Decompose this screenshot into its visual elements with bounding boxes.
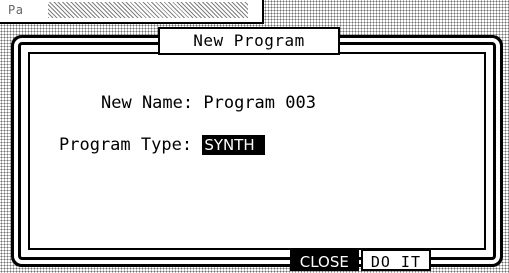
new-program-dialog: New Program New Name: Program 003 Progra… xyxy=(14,27,500,271)
dialog-title: New Program xyxy=(158,27,340,55)
do-it-button[interactable]: DO IT xyxy=(360,249,431,271)
new-name-field[interactable]: Program 003 xyxy=(203,93,316,113)
background-tab-selected xyxy=(48,2,248,18)
close-button[interactable]: CLOSE xyxy=(289,249,359,271)
program-type-row: Program Type: SYNTH xyxy=(59,135,265,155)
background-tab-strip: Pa xyxy=(0,0,264,24)
lcd-screen: Pa New Program New Name: Program 003 Pro… xyxy=(0,0,509,273)
program-type-field[interactable]: SYNTH xyxy=(202,135,265,155)
background-tab-label: Pa xyxy=(8,3,24,17)
new-name-label: New Name: xyxy=(101,93,194,113)
program-type-label: Program Type: xyxy=(59,135,193,155)
button-bar: CLOSE DO IT xyxy=(289,249,431,271)
new-name-row: New Name: Program 003 xyxy=(101,93,316,113)
